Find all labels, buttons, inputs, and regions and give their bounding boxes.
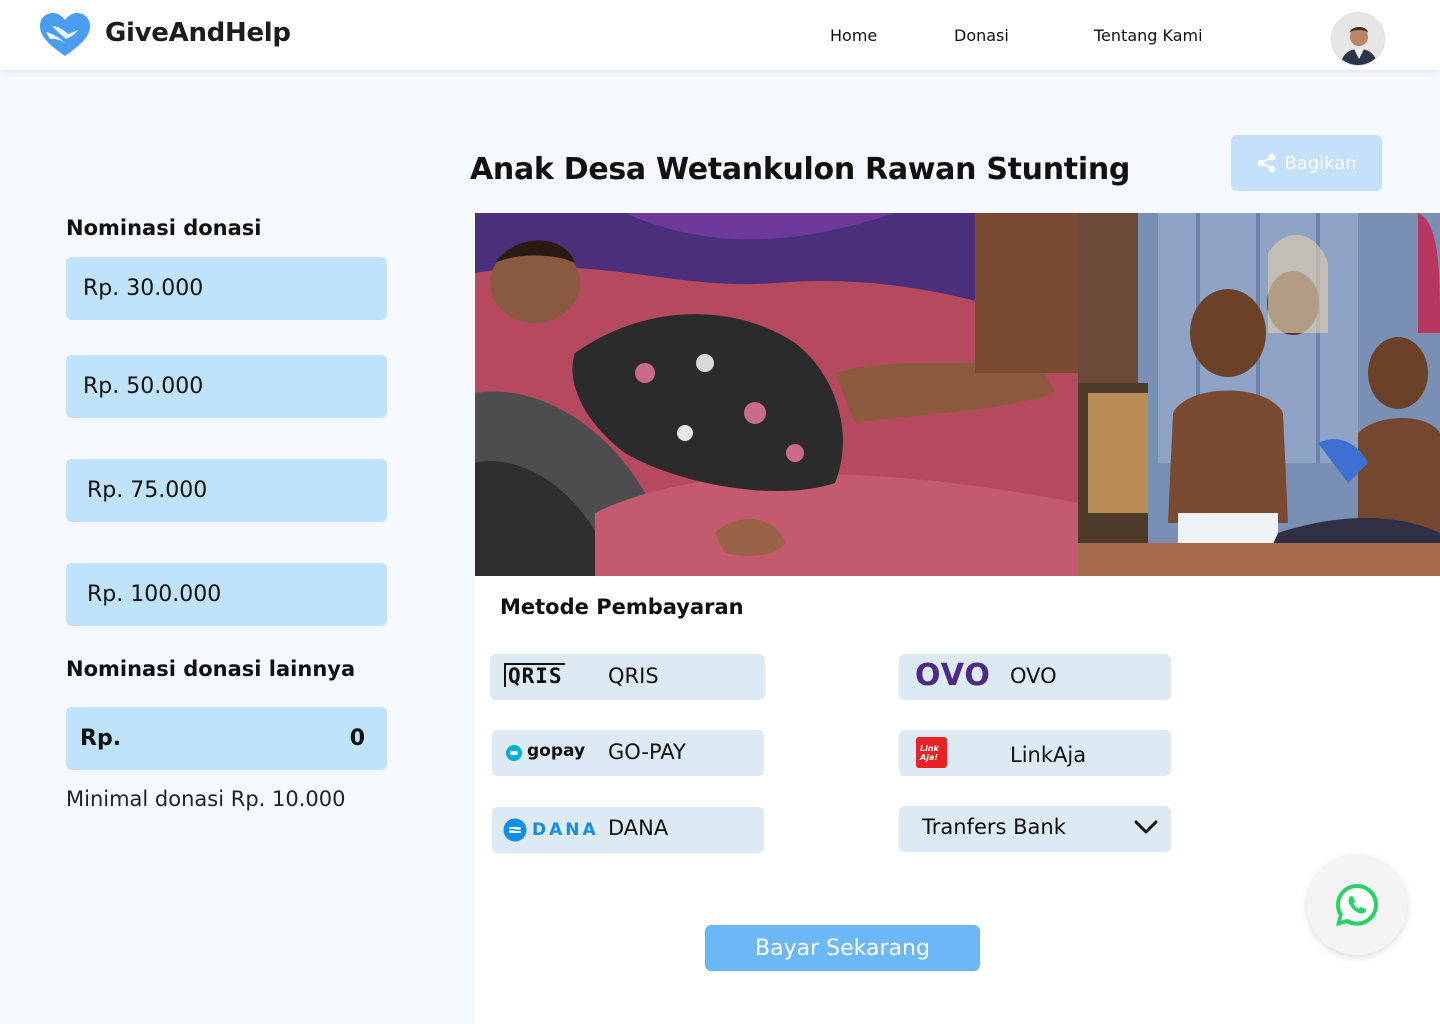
nav-home[interactable]: Home	[830, 26, 877, 45]
payment-qris-label: QRIS	[608, 664, 659, 688]
payment-dana-label: DANA	[608, 816, 669, 840]
qris-logo-icon: QRIS	[504, 663, 565, 687]
dana-logo-icon	[503, 818, 527, 842]
gopay-logo-text: gopay	[527, 741, 586, 761]
payment-dana[interactable]: DANA DANA	[492, 807, 764, 853]
linkaja-logo-icon: Link Aja!	[916, 737, 947, 768]
share-icon	[1258, 153, 1276, 173]
campaign-photo-malnourished-children	[1078, 213, 1440, 576]
other-amount-label: Nominasi donasi lainnya	[66, 657, 356, 681]
payment-ovo[interactable]: OVO OVO	[899, 654, 1171, 700]
chevron-down-icon[interactable]	[1133, 818, 1159, 836]
gopay-logo-icon	[506, 745, 522, 761]
amount-option-75000[interactable]: Rp. 75.000	[66, 459, 387, 522]
pay-now-button[interactable]: Bayar Sekarang	[705, 925, 980, 971]
heart-hands-logo-icon[interactable]	[38, 12, 92, 58]
payment-linkaja[interactable]: Link Aja! LinkAja	[899, 730, 1171, 776]
brand-name[interactable]: GiveAndHelp	[105, 18, 291, 48]
custom-amount-field[interactable]: Rp.	[66, 707, 387, 770]
whatsapp-icon	[1336, 884, 1378, 926]
nav-tentang-kami[interactable]: Tentang Kami	[1094, 26, 1203, 45]
share-label: Bagikan	[1284, 152, 1357, 174]
campaign-photo-sleeping-child	[475, 213, 1078, 576]
amount-option-50000[interactable]: Rp. 50.000	[66, 355, 387, 418]
campaign-title: Anak Desa Wetankulon Rawan Stunting	[470, 152, 1131, 187]
payment-ovo-label: OVO	[1010, 664, 1057, 688]
amount-option-30000[interactable]: Rp. 30.000	[66, 257, 387, 320]
nominal-label: Nominasi donasi	[66, 216, 262, 240]
minimum-donation-note: Minimal donasi Rp. 10.000	[66, 787, 346, 811]
payment-method-label: Metode Pembayaran	[500, 595, 744, 619]
payment-gopay-label: GO-PAY	[608, 740, 686, 764]
ovo-logo-icon: OVO	[915, 658, 991, 693]
custom-amount-input[interactable]	[245, 726, 365, 751]
payment-bank-transfer-label: Tranfers Bank	[922, 815, 1066, 839]
dana-logo-text: DANA	[532, 820, 599, 840]
currency-prefix: Rp.	[80, 726, 122, 751]
avatar-portrait-icon	[1332, 13, 1384, 65]
amount-option-100000[interactable]: Rp. 100.000	[66, 563, 387, 626]
payment-linkaja-label: LinkAja	[1010, 743, 1087, 767]
nav-donasi[interactable]: Donasi	[954, 26, 1009, 45]
top-navbar: GiveAndHelp Home Donasi Tentang Kami	[0, 0, 1440, 70]
whatsapp-button[interactable]	[1307, 855, 1407, 955]
user-avatar[interactable]	[1331, 12, 1385, 66]
share-button[interactable]: Bagikan	[1231, 135, 1382, 191]
payment-qris[interactable]: QRIS QRIS	[490, 654, 765, 700]
payment-gopay[interactable]: gopay GO-PAY	[492, 730, 764, 776]
payment-bank-transfer-dropdown[interactable]: Tranfers Bank	[899, 806, 1171, 852]
